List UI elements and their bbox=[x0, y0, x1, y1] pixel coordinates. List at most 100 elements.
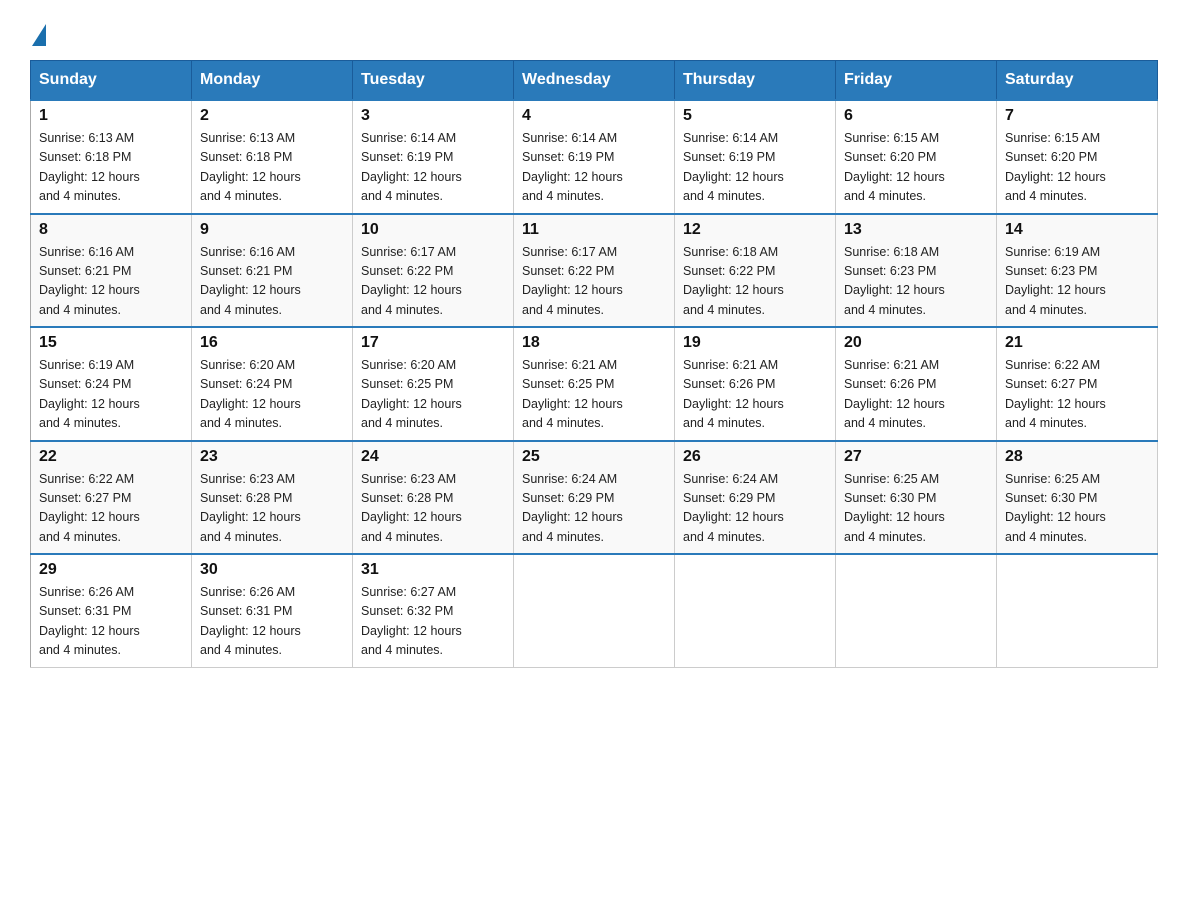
header-day-saturday: Saturday bbox=[997, 61, 1158, 101]
calendar-cell: 16Sunrise: 6:20 AMSunset: 6:24 PMDayligh… bbox=[192, 327, 353, 441]
header-row: SundayMondayTuesdayWednesdayThursdayFrid… bbox=[31, 61, 1158, 101]
calendar-cell bbox=[514, 554, 675, 667]
calendar-cell: 30 Sunrise: 6:26 AMSunset: 6:31 PMDayligh… bbox=[192, 554, 353, 667]
day-info: Sunrise: 6:15 AMSunset: 6:20 PMDaylight:… bbox=[1005, 129, 1149, 207]
day-info: Sunrise: 6:14 AMSunset: 6:19 PMDaylight:… bbox=[522, 129, 666, 207]
day-number: 4 bbox=[522, 107, 666, 125]
calendar-cell: 31 Sunrise: 6:27 AMSunset: 6:32 PMDayligh… bbox=[353, 554, 514, 667]
day-number: 30 bbox=[200, 561, 344, 579]
day-number: 27 bbox=[844, 448, 988, 466]
day-info: Sunrise: 6:21 AMSunset: 6:26 PMDaylight:… bbox=[844, 356, 988, 434]
logo-top bbox=[30, 20, 46, 46]
day-number: 24 bbox=[361, 448, 505, 466]
calendar-body: 1 Sunrise: 6:13 AMSunset: 6:18 PMDaylight… bbox=[31, 100, 1158, 667]
calendar-cell: 11 Sunrise: 6:17 AMSunset: 6:22 PMDayligh… bbox=[514, 214, 675, 328]
calendar-cell bbox=[997, 554, 1158, 667]
header-day-friday: Friday bbox=[836, 61, 997, 101]
day-info: Sunrise: 6:24 AMSunset: 6:29 PMDaylight:… bbox=[522, 470, 666, 548]
day-number: 26 bbox=[683, 448, 827, 466]
week-row-4: 22 Sunrise: 6:22 AMSunset: 6:27 PMDayligh… bbox=[31, 441, 1158, 555]
day-info: Sunrise: 6:27 AMSunset: 6:32 PMDaylight:… bbox=[361, 583, 505, 661]
header-day-sunday: Sunday bbox=[31, 61, 192, 101]
day-info: Sunrise: 6:20 AMSunset: 6:25 PMDaylight:… bbox=[361, 356, 505, 434]
calendar-cell: 17 Sunrise: 6:20 AMSunset: 6:25 PMDayligh… bbox=[353, 327, 514, 441]
week-row-2: 8 Sunrise: 6:16 AMSunset: 6:21 PMDaylight… bbox=[31, 214, 1158, 328]
calendar-table: SundayMondayTuesdayWednesdayThursdayFrid… bbox=[30, 60, 1158, 668]
calendar-cell: 23Sunrise: 6:23 AMSunset: 6:28 PMDayligh… bbox=[192, 441, 353, 555]
day-number: 20 bbox=[844, 334, 988, 352]
calendar-cell: 6 Sunrise: 6:15 AMSunset: 6:20 PMDaylight… bbox=[836, 100, 997, 214]
calendar-cell: 15 Sunrise: 6:19 AMSunset: 6:24 PMDayligh… bbox=[31, 327, 192, 441]
calendar-cell: 10 Sunrise: 6:17 AMSunset: 6:22 PMDayligh… bbox=[353, 214, 514, 328]
day-info: Sunrise: 6:18 AMSunset: 6:23 PMDaylight:… bbox=[844, 243, 988, 321]
day-number: 13 bbox=[844, 221, 988, 239]
day-number: 2 bbox=[200, 107, 344, 125]
day-number: 8 bbox=[39, 221, 183, 239]
calendar-cell bbox=[836, 554, 997, 667]
calendar-cell: 25 Sunrise: 6:24 AMSunset: 6:29 PMDayligh… bbox=[514, 441, 675, 555]
day-info: Sunrise: 6:17 AMSunset: 6:22 PMDaylight:… bbox=[522, 243, 666, 321]
day-info: Sunrise: 6:26 AMSunset: 6:31 PMDaylight:… bbox=[200, 583, 344, 661]
day-number: 12 bbox=[683, 221, 827, 239]
day-number: 28 bbox=[1005, 448, 1149, 466]
day-number: 7 bbox=[1005, 107, 1149, 125]
header-day-thursday: Thursday bbox=[675, 61, 836, 101]
day-info: Sunrise: 6:20 AMSunset: 6:24 PMDaylight:… bbox=[200, 356, 344, 434]
calendar-cell: 14Sunrise: 6:19 AMSunset: 6:23 PMDayligh… bbox=[997, 214, 1158, 328]
calendar-cell: 5 Sunrise: 6:14 AMSunset: 6:19 PMDaylight… bbox=[675, 100, 836, 214]
day-info: Sunrise: 6:22 AMSunset: 6:27 PMDaylight:… bbox=[39, 470, 183, 548]
day-number: 31 bbox=[361, 561, 505, 579]
calendar-cell: 7 Sunrise: 6:15 AMSunset: 6:20 PMDaylight… bbox=[997, 100, 1158, 214]
day-number: 22 bbox=[39, 448, 183, 466]
calendar-cell: 27Sunrise: 6:25 AMSunset: 6:30 PMDayligh… bbox=[836, 441, 997, 555]
day-info: Sunrise: 6:24 AMSunset: 6:29 PMDaylight:… bbox=[683, 470, 827, 548]
header-day-tuesday: Tuesday bbox=[353, 61, 514, 101]
day-number: 25 bbox=[522, 448, 666, 466]
day-info: Sunrise: 6:13 AMSunset: 6:18 PMDaylight:… bbox=[200, 129, 344, 207]
logo-triangle-icon bbox=[32, 24, 46, 46]
day-info: Sunrise: 6:16 AMSunset: 6:21 PMDaylight:… bbox=[39, 243, 183, 321]
week-row-3: 15 Sunrise: 6:19 AMSunset: 6:24 PMDayligh… bbox=[31, 327, 1158, 441]
week-row-1: 1 Sunrise: 6:13 AMSunset: 6:18 PMDaylight… bbox=[31, 100, 1158, 214]
day-number: 18 bbox=[522, 334, 666, 352]
day-info: Sunrise: 6:21 AMSunset: 6:26 PMDaylight:… bbox=[683, 356, 827, 434]
calendar-cell: 28Sunrise: 6:25 AMSunset: 6:30 PMDayligh… bbox=[997, 441, 1158, 555]
calendar-cell: 19 Sunrise: 6:21 AMSunset: 6:26 PMDayligh… bbox=[675, 327, 836, 441]
day-info: Sunrise: 6:14 AMSunset: 6:19 PMDaylight:… bbox=[683, 129, 827, 207]
calendar-cell: 12Sunrise: 6:18 AMSunset: 6:22 PMDayligh… bbox=[675, 214, 836, 328]
day-info: Sunrise: 6:14 AMSunset: 6:19 PMDaylight:… bbox=[361, 129, 505, 207]
logo bbox=[30, 20, 46, 44]
page-header bbox=[30, 20, 1158, 44]
calendar-cell: 20 Sunrise: 6:21 AMSunset: 6:26 PMDayligh… bbox=[836, 327, 997, 441]
day-info: Sunrise: 6:15 AMSunset: 6:20 PMDaylight:… bbox=[844, 129, 988, 207]
calendar-cell: 26 Sunrise: 6:24 AMSunset: 6:29 PMDayligh… bbox=[675, 441, 836, 555]
day-info: Sunrise: 6:23 AMSunset: 6:28 PMDaylight:… bbox=[361, 470, 505, 548]
calendar-cell: 29 Sunrise: 6:26 AMSunset: 6:31 PMDayligh… bbox=[31, 554, 192, 667]
header-day-wednesday: Wednesday bbox=[514, 61, 675, 101]
day-number: 23 bbox=[200, 448, 344, 466]
day-number: 15 bbox=[39, 334, 183, 352]
calendar-cell: 4 Sunrise: 6:14 AMSunset: 6:19 PMDaylight… bbox=[514, 100, 675, 214]
day-info: Sunrise: 6:17 AMSunset: 6:22 PMDaylight:… bbox=[361, 243, 505, 321]
day-number: 9 bbox=[200, 221, 344, 239]
header-day-monday: Monday bbox=[192, 61, 353, 101]
day-number: 17 bbox=[361, 334, 505, 352]
day-number: 11 bbox=[522, 221, 666, 239]
day-number: 3 bbox=[361, 107, 505, 125]
day-number: 21 bbox=[1005, 334, 1149, 352]
calendar-cell: 3 Sunrise: 6:14 AMSunset: 6:19 PMDaylight… bbox=[353, 100, 514, 214]
day-number: 1 bbox=[39, 107, 183, 125]
calendar-cell: 22 Sunrise: 6:22 AMSunset: 6:27 PMDayligh… bbox=[31, 441, 192, 555]
day-number: 6 bbox=[844, 107, 988, 125]
day-number: 5 bbox=[683, 107, 827, 125]
day-info: Sunrise: 6:26 AMSunset: 6:31 PMDaylight:… bbox=[39, 583, 183, 661]
calendar-cell: 2 Sunrise: 6:13 AMSunset: 6:18 PMDaylight… bbox=[192, 100, 353, 214]
calendar-cell: 21Sunrise: 6:22 AMSunset: 6:27 PMDayligh… bbox=[997, 327, 1158, 441]
day-info: Sunrise: 6:19 AMSunset: 6:24 PMDaylight:… bbox=[39, 356, 183, 434]
day-number: 19 bbox=[683, 334, 827, 352]
calendar-header: SundayMondayTuesdayWednesdayThursdayFrid… bbox=[31, 61, 1158, 101]
day-info: Sunrise: 6:13 AMSunset: 6:18 PMDaylight:… bbox=[39, 129, 183, 207]
day-number: 29 bbox=[39, 561, 183, 579]
calendar-cell: 8 Sunrise: 6:16 AMSunset: 6:21 PMDaylight… bbox=[31, 214, 192, 328]
day-number: 10 bbox=[361, 221, 505, 239]
